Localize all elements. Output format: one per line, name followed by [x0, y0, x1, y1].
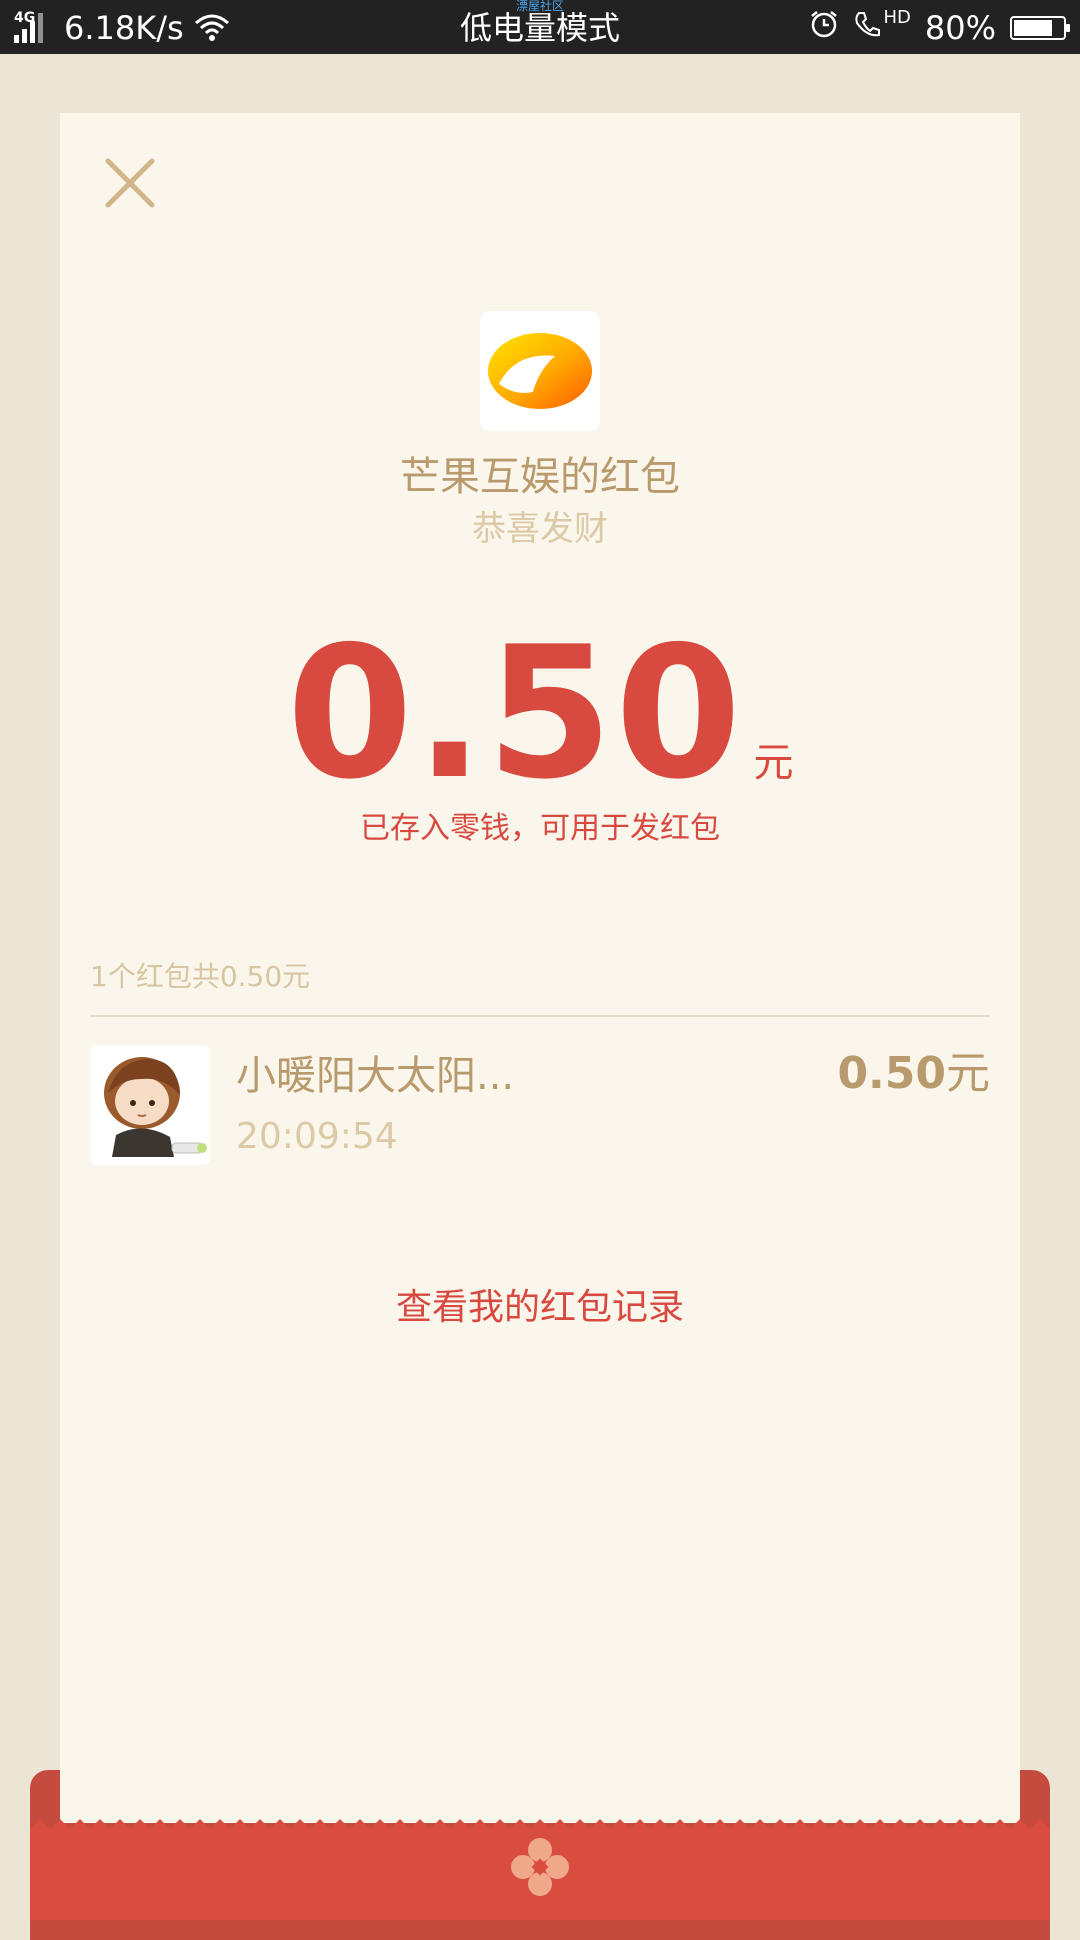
receiver-amount: 0.50元	[837, 1047, 990, 1101]
receiver-amount-unit: 元	[946, 1048, 990, 1099]
receiver-name: 小暖阳大太阳...	[236, 1053, 515, 1099]
mango-tv-logo-icon	[488, 333, 592, 409]
view-my-records-link[interactable]: 查看我的红包记录	[60, 1283, 1020, 1333]
avatar-image	[90, 1045, 210, 1165]
envelope-front	[30, 1815, 1050, 1920]
hd-call-indicator: HD	[853, 7, 911, 47]
receiver-amount-value: 0.50	[837, 1048, 946, 1099]
receive-time: 20:09:54	[236, 1116, 398, 1157]
divider	[90, 1015, 990, 1017]
amount-value: 0.50	[286, 607, 744, 819]
sender-logo	[480, 311, 600, 431]
receiver-row[interactable]: 小暖阳大太阳... 20:09:54 0.50元	[90, 1045, 990, 1165]
close-icon	[105, 158, 155, 208]
close-button[interactable]	[100, 153, 160, 213]
phone-icon	[853, 9, 881, 47]
status-bar: 4G 6.18K/s 漂屋社区 低电量模式 HD 80%	[0, 0, 1080, 54]
hd-label: HD	[883, 7, 911, 28]
alarm-icon	[809, 9, 839, 47]
avatar[interactable]	[90, 1045, 210, 1165]
red-packet-detail-card: 芒果互娱的红包 恭喜发财 0.50 元 已存入零钱，可用于发红包 1个红包共0.5…	[60, 113, 1020, 1823]
battery-percent: 80%	[924, 9, 996, 47]
sender-title: 芒果互娱的红包	[400, 454, 680, 500]
flower-icon	[510, 1837, 570, 1897]
amount-note: 已存入零钱，可用于发红包	[360, 811, 720, 846]
status-right: HD 80%	[809, 6, 1070, 50]
amount-display: 0.50 元	[60, 613, 1020, 813]
battery-icon	[1010, 16, 1070, 40]
amount-unit: 元	[753, 740, 794, 786]
battery-level-fill	[1014, 20, 1053, 36]
packet-summary: 1个红包共0.50元	[90, 960, 311, 993]
greeting-text: 恭喜发财	[472, 509, 608, 549]
